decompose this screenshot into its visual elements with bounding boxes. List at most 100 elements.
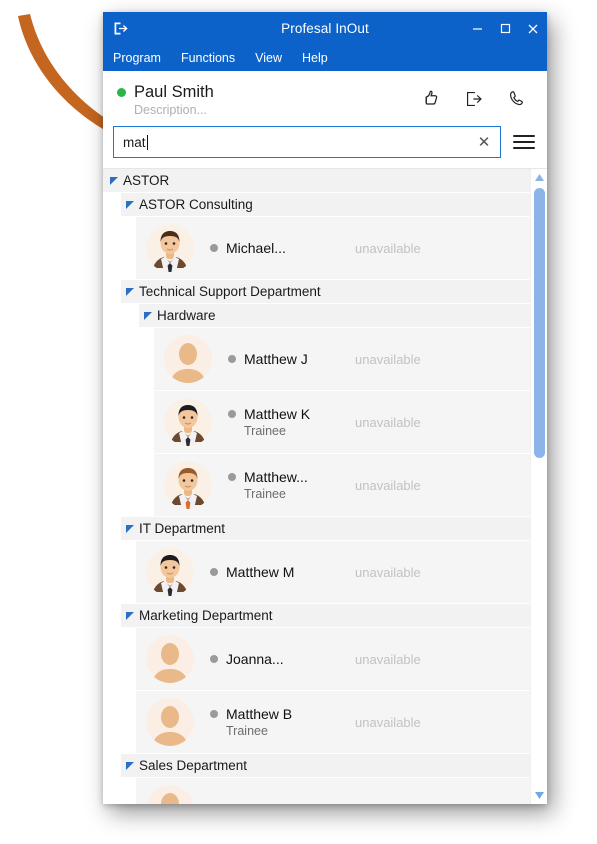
avatar: [164, 398, 212, 446]
contact-row[interactable]: Matthew Z unavailable: [136, 778, 530, 804]
tree-group-label: ASTOR Consulting: [139, 197, 253, 212]
contact-row[interactable]: Matthew J unavailable: [154, 328, 530, 390]
contact-name-row: Matthew Z: [210, 801, 291, 804]
contact-name: Matthew...: [244, 469, 308, 485]
expander-triangle-icon[interactable]: [121, 611, 139, 620]
contact-name-row: Matthew...: [228, 469, 308, 485]
tree-group-row[interactable]: IT Department: [121, 517, 530, 540]
window-controls: [463, 12, 547, 45]
tree-group-row[interactable]: ASTOR: [103, 169, 530, 192]
vertical-scrollbar[interactable]: [530, 169, 547, 804]
contact-info: Matthew B Trainee: [210, 706, 292, 738]
triangle-down-icon[interactable]: [531, 787, 548, 804]
contact-role: Trainee: [226, 724, 268, 738]
search-input[interactable]: mat ✕: [113, 126, 501, 158]
menu-item-functions[interactable]: Functions: [181, 51, 235, 65]
tree-group-row[interactable]: Hardware: [139, 304, 530, 327]
hamburger-menu-icon[interactable]: [513, 135, 537, 149]
menu-item-program[interactable]: Program: [113, 51, 161, 65]
status-dot-unavailable: [228, 355, 236, 363]
tree-group-label: ASTOR: [123, 173, 170, 188]
contact-tree-list: ASTOR ASTOR Consulting Michael... unavailab…: [103, 169, 530, 804]
profile-actions: [420, 83, 533, 110]
profile-name-row: Paul Smith: [117, 83, 420, 102]
search-input-value[interactable]: mat: [123, 134, 474, 150]
profile-info: Paul Smith Description...: [117, 83, 420, 117]
expander-triangle-icon[interactable]: [121, 287, 139, 296]
contact-info: Matthew Z: [210, 801, 291, 804]
contact-name: Matthew J: [244, 351, 308, 367]
profile-header: Paul Smith Description...: [103, 71, 547, 117]
contact-status: unavailable: [355, 714, 421, 730]
status-dot-unavailable: [228, 410, 236, 418]
status-dot-unavailable: [210, 655, 218, 663]
contact-info: Joanna...: [210, 651, 284, 667]
tree-group-row[interactable]: Sales Department: [121, 754, 530, 777]
maximize-button[interactable]: [491, 12, 519, 45]
tree-group-row[interactable]: ASTOR Consulting: [121, 193, 530, 216]
contact-role: Trainee: [244, 424, 286, 438]
contact-info: Matthew... Trainee: [228, 469, 308, 501]
contact-row[interactable]: Matthew K Trainee unavailable: [154, 391, 530, 453]
contact-status: unavailable: [355, 477, 421, 493]
tree-group-row[interactable]: Technical Support Department: [121, 280, 530, 303]
status-dot-unavailable: [210, 244, 218, 252]
contact-name: Joanna...: [226, 651, 284, 667]
status-dot-unavailable: [228, 473, 236, 481]
expander-triangle-icon[interactable]: [139, 311, 157, 320]
exit-door-icon[interactable]: [463, 88, 485, 110]
status-dot-online: [117, 88, 126, 97]
contact-name: Matthew M: [226, 564, 295, 580]
expander-triangle-icon[interactable]: [121, 524, 139, 533]
tree-group-label: Hardware: [157, 308, 216, 323]
expander-triangle-icon[interactable]: [121, 200, 139, 209]
menu-item-help[interactable]: Help: [302, 51, 328, 65]
tree-group-label: Technical Support Department: [139, 284, 321, 299]
screenshot-root: Profesal InOut Program Functions View He…: [0, 0, 597, 844]
minimize-button[interactable]: [463, 12, 491, 45]
avatar: [146, 785, 194, 804]
close-button[interactable]: [519, 12, 547, 45]
contact-name-row: Matthew K: [228, 406, 310, 422]
tree-group-label: Sales Department: [139, 758, 248, 773]
expander-triangle-icon[interactable]: [121, 761, 139, 770]
contact-row[interactable]: Matthew... Trainee unavailable: [154, 454, 530, 516]
contact-name-row: Michael...: [210, 240, 286, 256]
app-window: Profesal InOut Program Functions View He…: [103, 12, 547, 804]
expander-triangle-icon[interactable]: [105, 176, 123, 185]
contact-tree: ASTOR ASTOR Consulting Michael... unavailab…: [103, 168, 547, 804]
contact-row[interactable]: Matthew B Trainee unavailable: [136, 691, 530, 753]
contact-status: unavailable: [355, 351, 421, 367]
tree-group-row[interactable]: Marketing Department: [121, 604, 530, 627]
text-caret: [146, 134, 148, 150]
contact-name-row: Matthew M: [210, 564, 294, 580]
avatar: [164, 335, 212, 383]
contact-info: Matthew J: [228, 351, 308, 367]
status-dot-unavailable: [210, 710, 218, 718]
profile-name: Paul Smith: [134, 83, 214, 101]
phone-icon[interactable]: [505, 88, 527, 110]
triangle-up-icon[interactable]: [531, 169, 548, 186]
contact-name: Michael...: [226, 240, 286, 256]
contact-status: unavailable: [355, 564, 421, 580]
clear-search-button[interactable]: ✕: [474, 132, 494, 152]
avatar: [146, 635, 194, 683]
tree-group-label: IT Department: [139, 521, 226, 536]
contact-name-row: Matthew J: [228, 351, 308, 367]
profile-description[interactable]: Description...: [134, 103, 420, 117]
contact-status: unavailable: [355, 414, 421, 430]
contact-row[interactable]: Michael... unavailable: [136, 217, 530, 279]
menu-item-view[interactable]: View: [255, 51, 282, 65]
avatar: [164, 461, 212, 509]
contact-name: Matthew Z: [226, 801, 291, 804]
contact-info: Michael...: [210, 240, 286, 256]
contact-row[interactable]: Matthew M unavailable: [136, 541, 530, 603]
contact-name-row: Matthew B: [210, 706, 292, 722]
thumbs-up-icon[interactable]: [420, 87, 443, 110]
tree-group-label: Marketing Department: [139, 608, 273, 623]
menu-bar: Program Functions View Help: [103, 45, 547, 71]
avatar: [146, 548, 194, 596]
scrollbar-thumb[interactable]: [533, 188, 545, 458]
contact-row[interactable]: Joanna... unavailable: [136, 628, 530, 690]
scrollbar-track[interactable]: [531, 186, 548, 787]
